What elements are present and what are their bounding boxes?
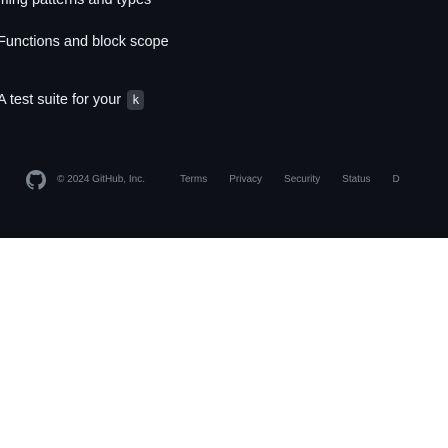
footer-link-docs[interactable]: D bbox=[393, 173, 400, 187]
github-mark-icon[interactable] bbox=[26, 170, 46, 190]
site-footer: © 2024 GitHub, Inc. Terms Privacy Securi… bbox=[0, 0, 448, 238]
footer-link-terms[interactable]: Terms bbox=[180, 173, 207, 187]
blank-light-area bbox=[0, 238, 448, 448]
screenshot-viewport: Naming patterns and types Functions and … bbox=[0, 0, 448, 448]
footer-link-security[interactable]: Security bbox=[284, 173, 320, 187]
footer-links: Terms Privacy Security Status D bbox=[180, 173, 422, 187]
footer-link-privacy[interactable]: Privacy bbox=[229, 173, 262, 187]
dark-page-area: Naming patterns and types Functions and … bbox=[0, 0, 448, 238]
footer-link-status[interactable]: Status bbox=[342, 173, 370, 187]
footer-copyright: © 2024 GitHub, Inc. bbox=[57, 174, 145, 185]
